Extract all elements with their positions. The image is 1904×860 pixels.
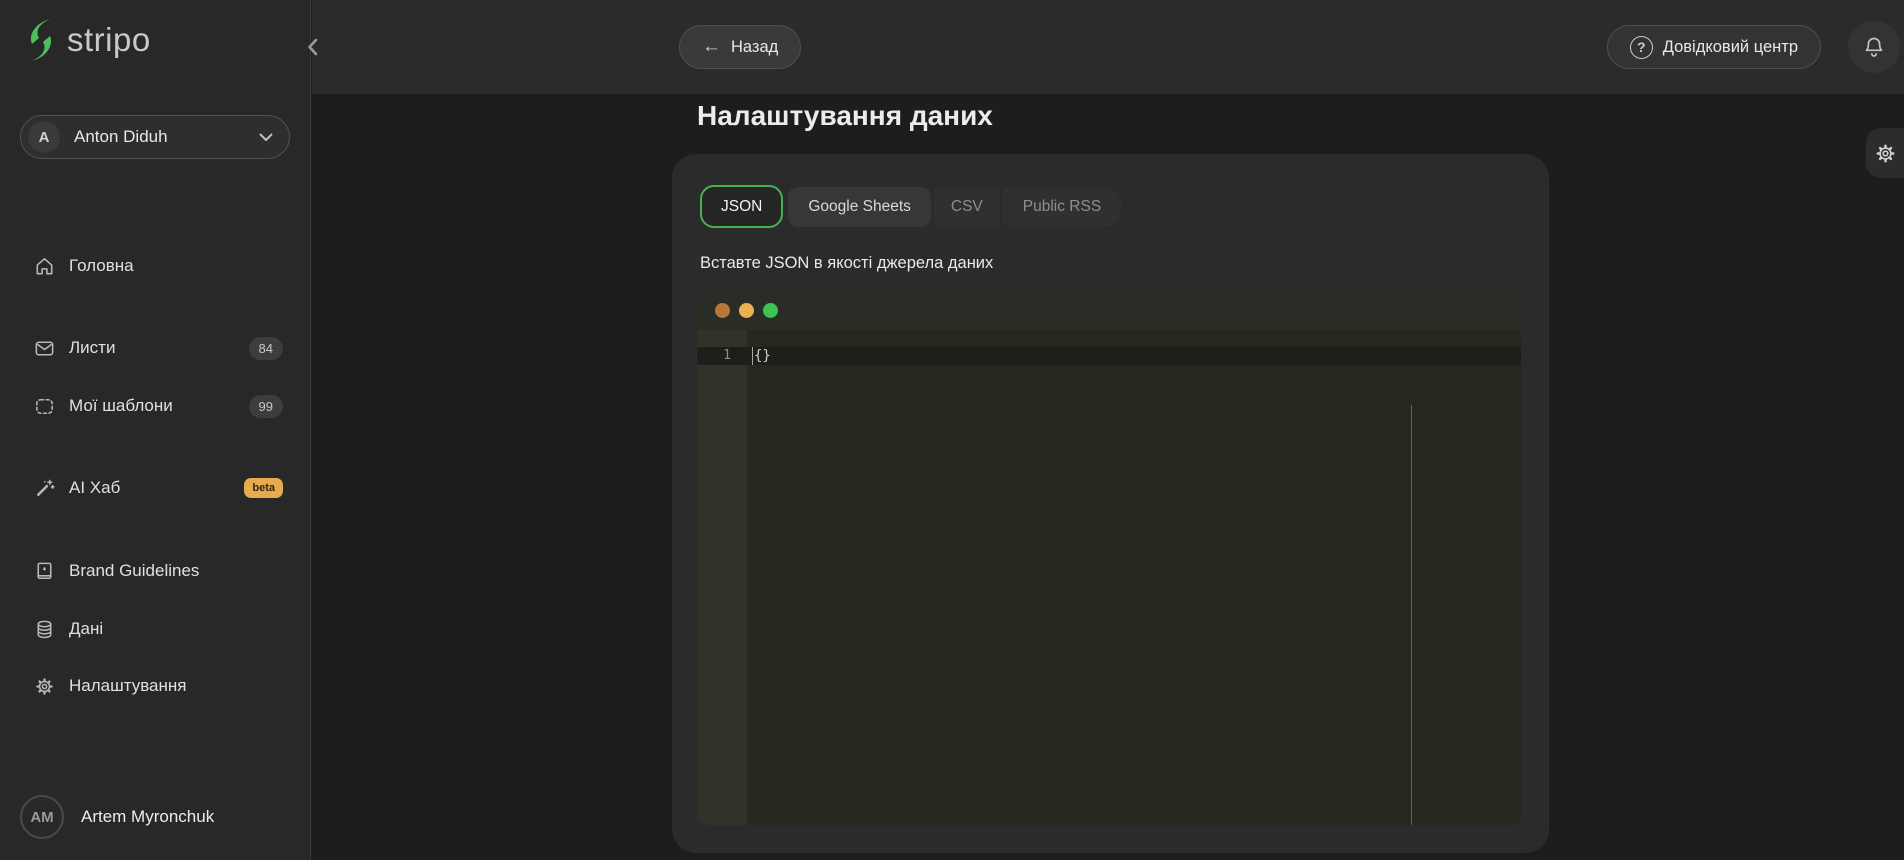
workspace-user-name: Anton Diduh [74,127,259,147]
account-user-name: Artem Myronchuk [81,807,214,827]
templates-count-badge: 99 [249,395,283,418]
sidebar-item-data[interactable]: Дані [0,607,311,651]
print-margin-line [1411,405,1412,825]
sidebar-item-ai-hub[interactable]: AI Хаб beta [0,466,311,510]
stripo-logo-icon [24,18,58,62]
template-icon [33,395,56,418]
window-dot-yellow-icon [739,303,754,318]
editor-line-number: 1 [697,347,747,365]
sidebar-item-settings[interactable]: Налаштування [0,664,311,708]
editor-window-bar [697,290,1521,330]
tab-json[interactable]: JSON [700,185,783,228]
sidebar-item-label: Дані [69,619,103,639]
top-header: ← Назад ? Довідковий центр [312,0,1904,94]
question-circle-icon: ? [1630,36,1653,59]
sidebar-item-label: Листи [69,338,115,358]
editor-code-text[interactable]: {} [752,347,771,365]
gear-icon [33,675,56,698]
sidebar-item-label: Налаштування [69,676,187,696]
sidebar-item-label: AI Хаб [69,478,120,498]
editor-active-line [697,347,1521,365]
envelope-icon [33,337,56,360]
back-button[interactable]: ← Назад [679,25,801,69]
stripo-logo[interactable]: stripo [24,18,151,62]
sidebar-item-label: Мої шаблони [69,396,173,416]
emails-count-badge: 84 [249,337,283,360]
main-content: Налаштування даних JSON Google Sheets CS… [312,94,1904,860]
account-avatar: AM [20,795,64,839]
account-user[interactable]: AM Artem Myronchuk [20,795,214,839]
workspace-user-dropdown[interactable]: A Anton Diduh [20,115,290,159]
sidebar-item-templates[interactable]: Мої шаблони 99 [0,384,311,428]
data-settings-panel: JSON Google Sheets CSV Public RSS Вставт… [672,154,1549,853]
sidebar-item-brand-guidelines[interactable]: Brand Guidelines [0,549,311,593]
bell-icon [1862,35,1886,60]
tab-public-rss[interactable]: Public RSS [1003,187,1121,227]
sidebar-item-label: Brand Guidelines [69,561,199,581]
notifications-button[interactable] [1848,21,1900,73]
editor-gutter [697,330,747,825]
sidebar-item-emails[interactable]: Листи 84 [0,326,311,370]
data-source-tabs: JSON Google Sheets CSV Public RSS [700,185,1521,228]
stripo-logo-text: stripo [67,21,151,59]
sidebar-collapse-button[interactable] [300,35,324,59]
help-center-label: Довідковий центр [1663,38,1798,57]
magic-wand-icon [33,477,56,500]
json-code-editor[interactable]: 1 {} [697,290,1521,825]
back-button-label: Назад [731,38,778,57]
tab-csv[interactable]: CSV [934,187,1000,227]
sidebar-item-label: Головна [69,256,134,276]
chevron-down-icon [259,133,273,142]
chevron-left-icon [307,38,318,56]
help-center-button[interactable]: ? Довідковий центр [1607,25,1821,69]
brand-book-icon [33,560,56,583]
edge-settings-button[interactable] [1866,128,1904,178]
workspace-avatar: A [28,121,60,153]
arrow-left-icon: ← [702,36,721,58]
sidebar: stripo A Anton Diduh Головна Листи 84 Мо… [0,0,311,860]
beta-badge: beta [244,478,283,498]
window-dot-green-icon [763,303,778,318]
database-icon [33,618,56,641]
home-icon [33,255,56,278]
sidebar-item-home[interactable]: Головна [0,244,311,288]
window-dot-red-icon [715,303,730,318]
editor-body[interactable]: 1 {} [697,330,1521,825]
gear-icon [1873,141,1898,166]
page-title: Налаштування даних [697,100,993,132]
tab-google-sheets[interactable]: Google Sheets [788,187,931,227]
editor-instruction: Вставте JSON в якості джерела даних [700,254,1521,273]
